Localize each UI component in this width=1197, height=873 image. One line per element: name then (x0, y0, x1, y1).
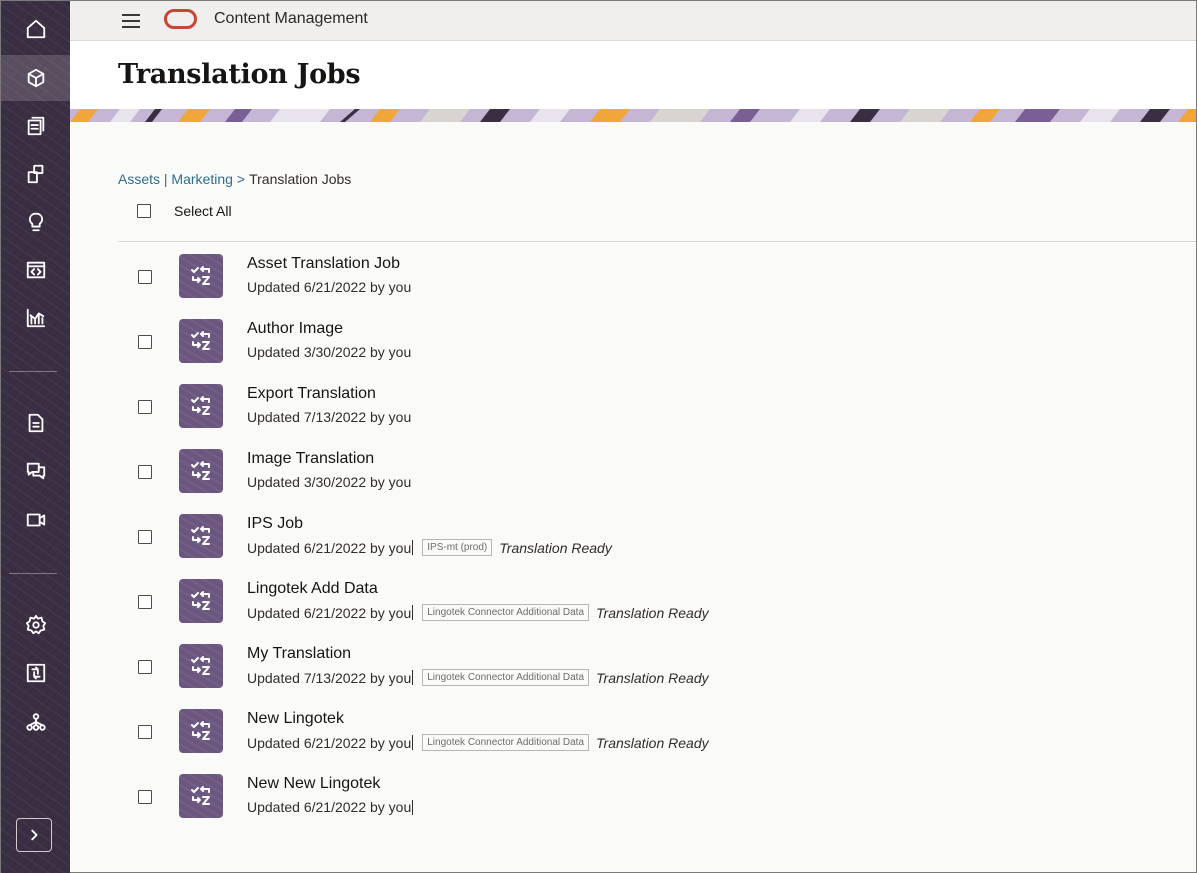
rail-divider (9, 573, 57, 574)
job-updated-text: Updated 6/21/2022 by you (247, 604, 412, 621)
translation-job-icon (179, 774, 223, 818)
job-row[interactable]: Asset Translation Job Updated 6/21/2022 … (118, 242, 1158, 307)
job-title[interactable]: Image Translation (247, 450, 374, 468)
integrations-icon[interactable] (1, 650, 70, 696)
job-title[interactable]: Lingotek Add Data (247, 580, 378, 598)
job-checkbox[interactable] (138, 595, 152, 609)
job-meta: Updated 6/21/2022 by you Lingotek Connec… (247, 604, 709, 621)
breadcrumb-current: Translation Jobs (249, 171, 352, 187)
job-title[interactable]: IPS Job (247, 515, 303, 533)
side-navigation-rail (1, 1, 70, 873)
breadcrumb: Assets | Marketing > Translation Jobs (118, 171, 351, 187)
oracle-logo-icon (164, 9, 197, 29)
job-title[interactable]: Asset Translation Job (247, 255, 400, 273)
job-row[interactable]: Export Translation Updated 7/13/2022 by … (118, 372, 1158, 437)
job-title[interactable]: New New Lingotek (247, 775, 380, 793)
job-title[interactable]: Export Translation (247, 385, 376, 403)
job-title[interactable]: My Translation (247, 645, 351, 663)
breadcrumb-link-assets[interactable]: Assets | Marketing (118, 171, 233, 187)
job-status: Translation Ready (499, 539, 612, 556)
job-updated-text: Updated 3/30/2022 by you (247, 474, 412, 490)
breadcrumb-separator: > (236, 171, 246, 187)
job-row[interactable]: New Lingotek Updated 6/21/2022 by you Li… (118, 697, 1158, 762)
sites-icon[interactable] (1, 247, 70, 293)
assets-cube-icon[interactable] (1, 55, 70, 101)
job-checkbox[interactable] (138, 530, 152, 544)
job-updated-text: Updated 7/13/2022 by you (247, 409, 412, 425)
connector-tag: Lingotek Connector Additional Data (422, 604, 590, 621)
connector-tag: IPS-mt (prod) (422, 539, 493, 556)
page-title: Translation Jobs (118, 59, 361, 90)
top-bar: Content Management (70, 1, 1196, 41)
translation-job-icon (179, 384, 223, 428)
hamburger-menu-icon[interactable] (122, 11, 142, 31)
job-status: Translation Ready (596, 669, 709, 686)
job-status: Translation Ready (596, 604, 709, 621)
analytics-icon[interactable] (1, 295, 70, 341)
translation-job-icon (179, 449, 223, 493)
content-types-icon[interactable] (1, 151, 70, 197)
translation-job-icon (179, 579, 223, 623)
job-row[interactable]: Image Translation Updated 3/30/2022 by y… (118, 437, 1158, 502)
job-checkbox[interactable] (138, 790, 152, 804)
ideas-lightbulb-icon[interactable] (1, 199, 70, 245)
job-row[interactable]: Lingotek Add Data Updated 6/21/2022 by y… (118, 567, 1158, 632)
job-checkbox[interactable] (138, 270, 152, 284)
job-status: Translation Ready (596, 734, 709, 751)
job-meta: Updated 6/21/2022 by you Lingotek Connec… (247, 734, 709, 751)
documents-icon[interactable] (1, 400, 70, 446)
job-updated-text: Updated 3/30/2022 by you (247, 344, 412, 360)
connector-tag: Lingotek Connector Additional Data (422, 669, 590, 686)
select-all-label: Select All (174, 203, 232, 219)
job-checkbox[interactable] (138, 400, 152, 414)
job-updated-text: Updated 6/21/2022 by you (247, 279, 412, 295)
job-meta: Updated 3/30/2022 by you (247, 474, 411, 490)
job-meta: Updated 7/13/2022 by you Lingotek Connec… (247, 669, 709, 686)
job-title[interactable]: Author Image (247, 320, 343, 338)
text-cursor (412, 670, 414, 685)
app-title: Content Management (214, 10, 368, 27)
page-header: Translation Jobs (70, 41, 1196, 109)
job-updated-text: Updated 7/13/2022 by you (247, 669, 412, 686)
job-meta: Updated 3/30/2022 by you (247, 344, 411, 360)
translation-job-icon (179, 254, 223, 298)
text-cursor (412, 799, 414, 815)
job-meta: Updated 6/21/2022 by you IPS-mt (prod) Tr… (247, 539, 612, 556)
job-row[interactable]: New New Lingotek Updated 6/21/2022 by yo… (118, 762, 1158, 827)
job-row[interactable]: IPS Job Updated 6/21/2022 by you IPS-mt … (118, 502, 1158, 567)
job-updated-text: Updated 6/21/2022 by you (247, 539, 412, 556)
job-updated-text: Updated 6/21/2022 by you (247, 734, 412, 751)
translation-job-icon (179, 709, 223, 753)
job-row[interactable]: My Translation Updated 7/13/2022 by you … (118, 632, 1158, 697)
translation-job-icon (179, 319, 223, 363)
job-meta: Updated 7/13/2022 by you (247, 409, 411, 425)
connector-tag: Lingotek Connector Additional Data (422, 734, 590, 751)
job-row[interactable]: Author Image Updated 3/30/2022 by you (118, 307, 1158, 372)
home-icon[interactable] (1, 6, 70, 52)
video-icon[interactable] (1, 497, 70, 543)
expand-rail-button[interactable] (16, 818, 52, 852)
job-updated-text: Updated 6/21/2022 by you (247, 799, 412, 815)
job-checkbox[interactable] (138, 725, 152, 739)
org-hierarchy-icon[interactable] (1, 699, 70, 745)
decorative-banner (70, 109, 1196, 122)
job-meta: Updated 6/21/2022 by you (247, 279, 411, 295)
select-all-checkbox[interactable] (137, 204, 151, 218)
collections-icon[interactable] (1, 103, 70, 149)
translation-job-icon (179, 644, 223, 688)
chevron-right-icon (31, 829, 38, 841)
text-cursor (412, 540, 414, 555)
job-checkbox[interactable] (138, 465, 152, 479)
job-checkbox[interactable] (138, 335, 152, 349)
rail-divider (9, 371, 57, 372)
job-title[interactable]: New Lingotek (247, 710, 344, 728)
conversations-icon[interactable] (1, 448, 70, 494)
translation-job-icon (179, 514, 223, 558)
settings-gear-icon[interactable] (1, 602, 70, 648)
job-meta: Updated 6/21/2022 by you (247, 799, 414, 815)
text-cursor (412, 735, 414, 750)
job-checkbox[interactable] (138, 660, 152, 674)
text-cursor (412, 605, 414, 620)
